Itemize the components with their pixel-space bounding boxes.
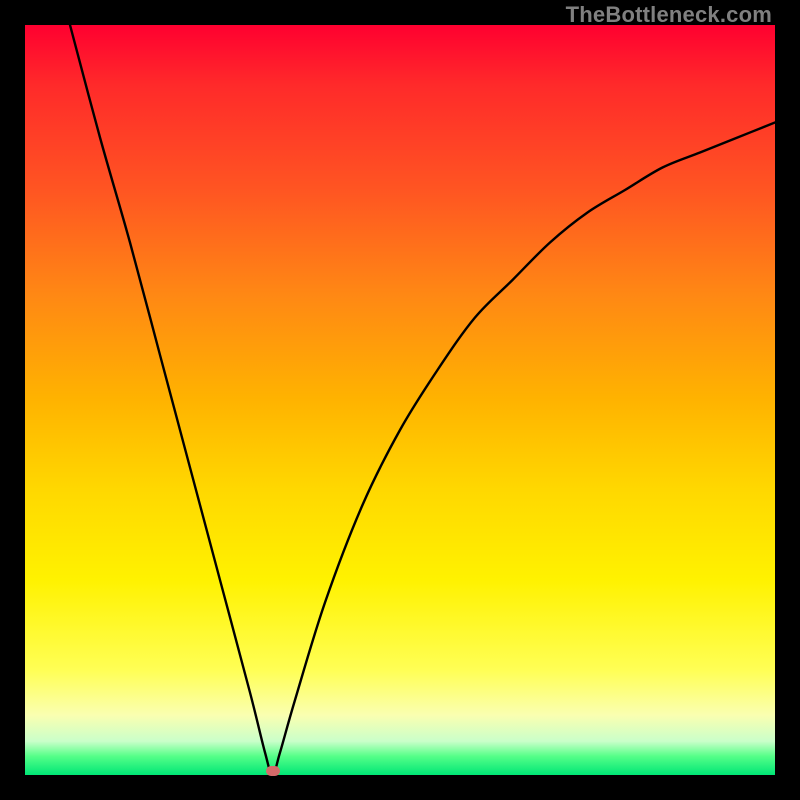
bottleneck-curve [25, 25, 775, 775]
plot-area [25, 25, 775, 775]
chart-frame: TheBottleneck.com [0, 0, 800, 800]
watermark-text: TheBottleneck.com [566, 2, 772, 28]
optimal-point-marker [266, 766, 280, 776]
